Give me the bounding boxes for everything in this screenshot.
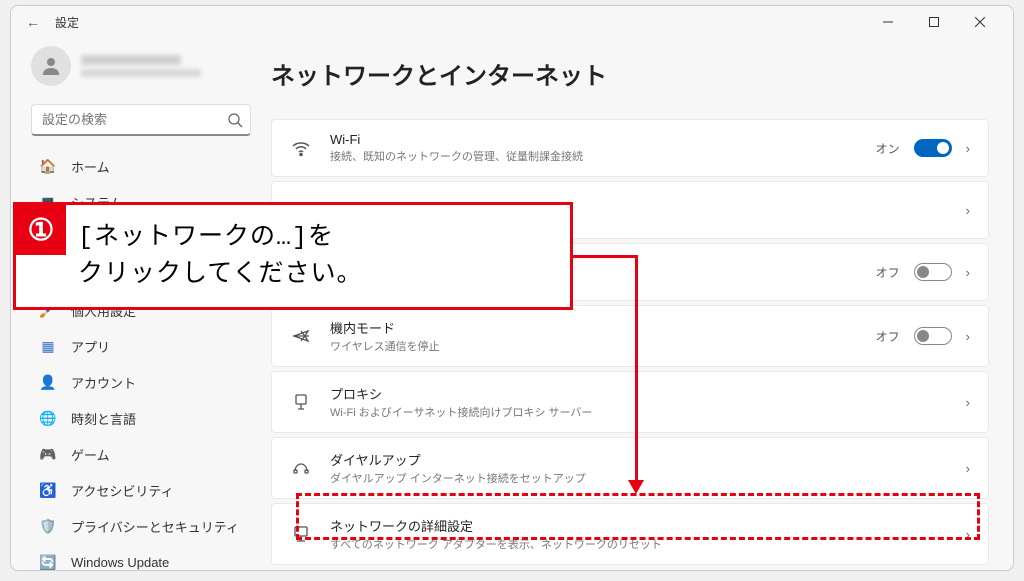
annotation-arrow-head xyxy=(628,480,644,494)
minimize-button[interactable] xyxy=(865,6,911,38)
sidebar-item-time[interactable]: 🌐 時刻と言語 xyxy=(31,400,251,436)
home-icon: 🏠 xyxy=(39,157,57,175)
page-title: ネットワークとインターネット xyxy=(271,56,989,91)
card-title: プロキシ xyxy=(330,384,966,403)
sidebar-item-label: プライバシーとセキュリティ xyxy=(71,517,239,536)
sidebar-item-gaming[interactable]: 🎮 ゲーム xyxy=(31,436,251,472)
card-sub: 接続、既知のネットワークの管理、従量制課金接続 xyxy=(330,148,876,164)
sidebar-item-label: アプリ xyxy=(71,337,110,356)
card-sub: Wi-Fi およびイーサネット接続向けプロキシ サーバー xyxy=(330,404,966,420)
window-controls xyxy=(865,6,1003,38)
sidebar-item-label: アカウント xyxy=(71,373,136,392)
sidebar-item-accessibility[interactable]: ♿ アクセシビリティ xyxy=(31,472,251,508)
card-title: ネットワークの詳細設定 xyxy=(330,516,966,535)
profile-mail-blur xyxy=(81,69,201,77)
time-icon: 🌐 xyxy=(39,409,57,427)
airplane-toggle[interactable] xyxy=(914,327,952,345)
dialup-icon xyxy=(290,457,312,479)
card-advanced-network[interactable]: ネットワークの詳細設定 すべてのネットワーク アダプターを表示、ネットワークのリ… xyxy=(271,503,989,565)
sidebar-item-home[interactable]: 🏠 ホーム xyxy=(31,148,251,184)
chevron-right-icon: › xyxy=(966,395,970,410)
privacy-icon: 🛡️ xyxy=(39,517,57,535)
wifi-toggle[interactable] xyxy=(914,139,952,157)
annotation-text: [ネットワークの…]を クリックしてください。 xyxy=(66,205,570,307)
search-input[interactable] xyxy=(31,104,251,136)
maximize-button[interactable] xyxy=(911,6,957,38)
sidebar-item-label: Windows Update xyxy=(71,555,169,570)
card-sub: ダイヤルアップ インターネット接続をセットアップ xyxy=(330,470,966,486)
card-sub: すべてのネットワーク アダプターを表示、ネットワークのリセット xyxy=(330,536,966,552)
sidebar-item-label: ゲーム xyxy=(71,445,110,464)
back-button[interactable]: ← xyxy=(21,10,45,34)
chevron-right-icon: › xyxy=(966,203,970,218)
gaming-icon: 🎮 xyxy=(39,445,57,463)
apps-icon: ▦ xyxy=(39,337,57,355)
card-title: Wi-Fi xyxy=(330,132,876,147)
search-box xyxy=(31,104,251,136)
profile-name-blur xyxy=(81,55,181,65)
card-title: 機内モード xyxy=(330,318,876,337)
titlebar: ← 設定 xyxy=(11,6,1013,38)
avatar xyxy=(31,46,71,86)
card-proxy[interactable]: プロキシ Wi-Fi およびイーサネット接続向けプロキシ サーバー › xyxy=(271,371,989,433)
account-icon: 👤 xyxy=(39,373,57,391)
annotation-callout: ① [ネットワークの…]を クリックしてください。 xyxy=(13,202,573,310)
accessibility-icon: ♿ xyxy=(39,481,57,499)
annotation-number: ① xyxy=(16,205,66,255)
card-title: ダイヤルアップ xyxy=(330,450,966,469)
proxy-icon xyxy=(290,391,312,413)
sidebar-item-update[interactable]: 🔄 Windows Update xyxy=(31,544,251,571)
close-button[interactable] xyxy=(957,6,1003,38)
sidebar-item-label: ホーム xyxy=(71,157,110,176)
status-label: オン xyxy=(876,140,900,157)
airplane-icon xyxy=(290,325,312,347)
chevron-right-icon: › xyxy=(966,329,970,344)
card-wifi[interactable]: Wi-Fi 接続、既知のネットワークの管理、従量制課金接続 オン › xyxy=(271,119,989,177)
update-icon: 🔄 xyxy=(39,553,57,571)
chevron-right-icon: › xyxy=(966,265,970,280)
status-label: オフ xyxy=(876,328,900,345)
window-title: 設定 xyxy=(55,14,79,31)
chevron-right-icon: › xyxy=(966,461,970,476)
sidebar-item-privacy[interactable]: 🛡️ プライバシーとセキュリティ xyxy=(31,508,251,544)
chevron-right-icon: › xyxy=(966,527,970,542)
sidebar-item-account[interactable]: 👤 アカウント xyxy=(31,364,251,400)
profile-section[interactable] xyxy=(31,38,251,94)
annotation-arrow xyxy=(635,255,638,485)
status-label: オフ xyxy=(876,264,900,281)
advanced-icon xyxy=(290,523,312,545)
card-airplane[interactable]: 機内モード ワイヤレス通信を停止 オフ › xyxy=(271,305,989,367)
chevron-right-icon: › xyxy=(966,141,970,156)
search-icon xyxy=(227,112,243,128)
sidebar-item-label: 時刻と言語 xyxy=(71,409,136,428)
sidebar-item-label: アクセシビリティ xyxy=(71,481,174,500)
sidebar-item-apps[interactable]: ▦ アプリ xyxy=(31,328,251,364)
wifi-icon xyxy=(290,137,312,159)
card-sub: ワイヤレス通信を停止 xyxy=(330,338,876,354)
annotation-arrow xyxy=(573,255,638,258)
hotspot-toggle[interactable] xyxy=(914,263,952,281)
